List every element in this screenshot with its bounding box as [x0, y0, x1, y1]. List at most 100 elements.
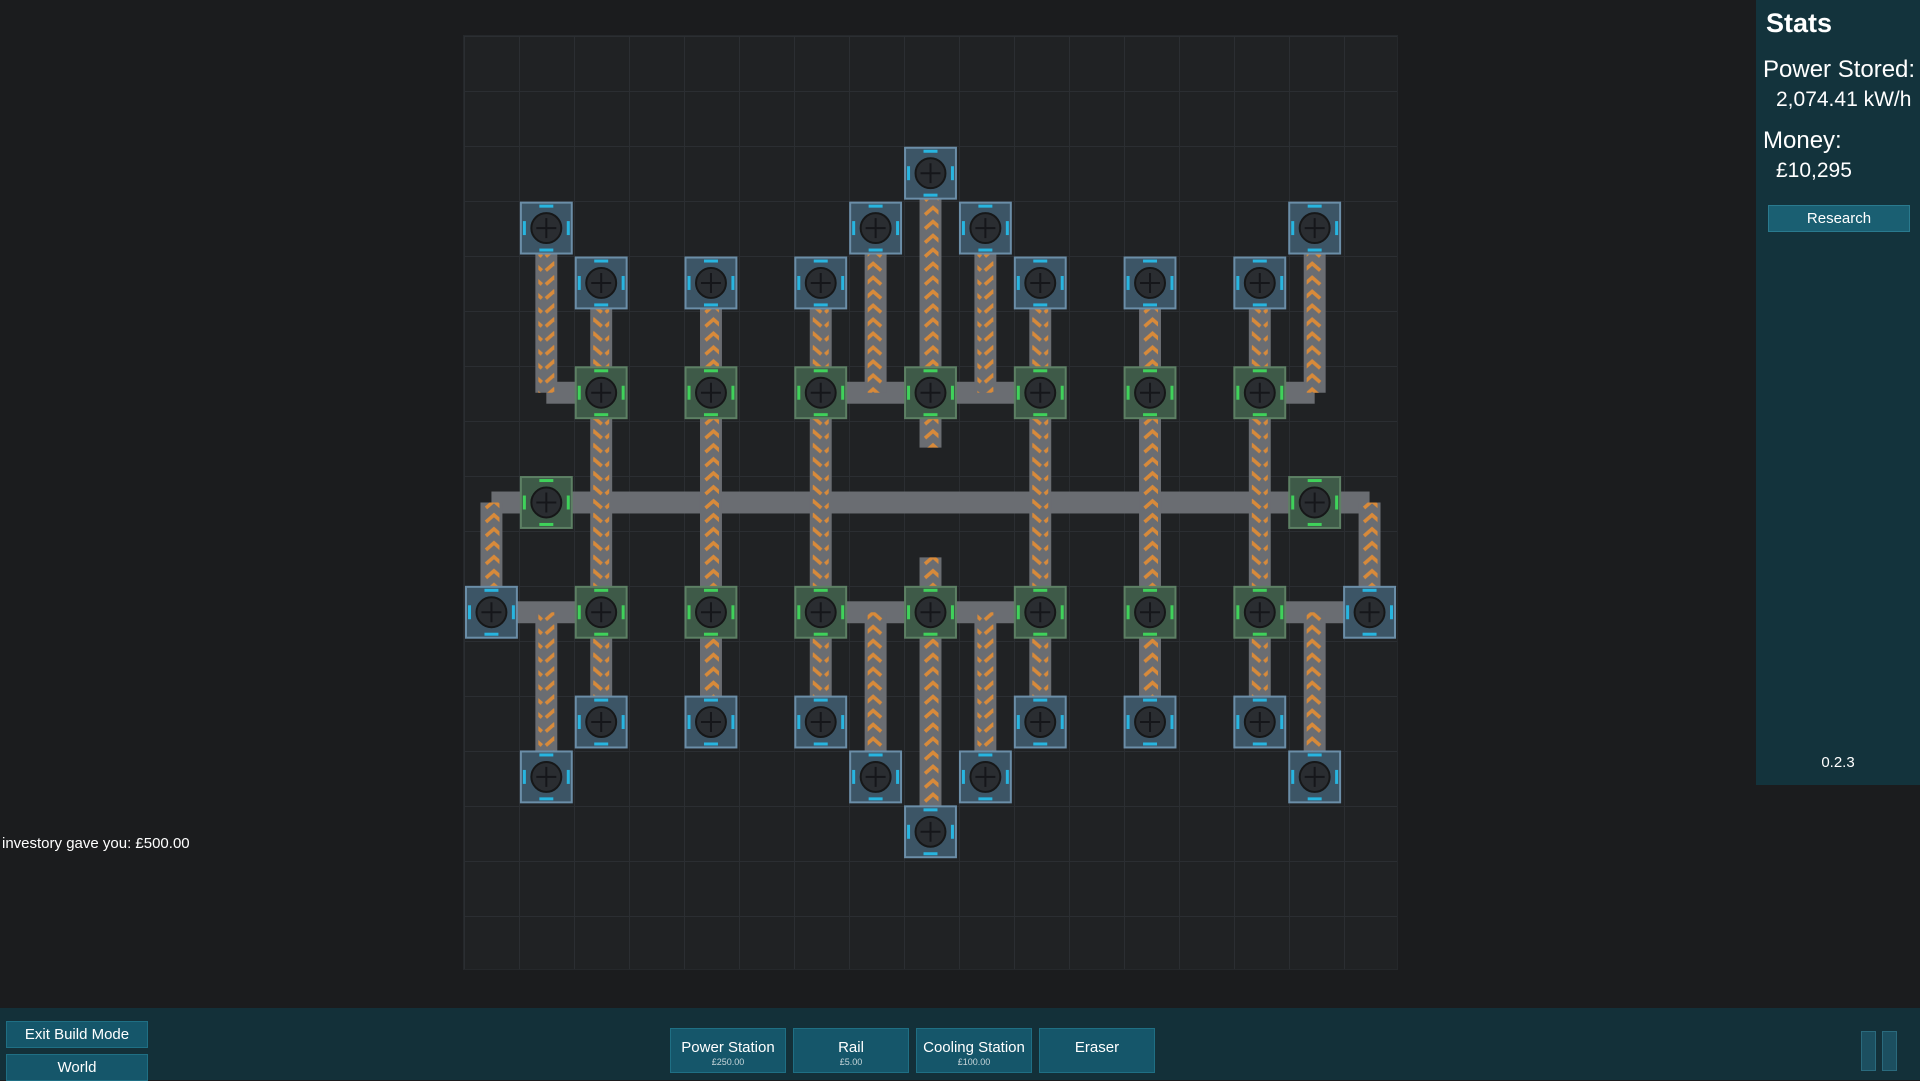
- indicator-light: [841, 605, 845, 620]
- cooling-station: [904, 585, 957, 639]
- indicator-light: [1143, 742, 1158, 746]
- indicator-light: [594, 369, 609, 373]
- indicator-light: [1060, 715, 1064, 730]
- indicator-light: [950, 385, 954, 400]
- indicator-light: [1335, 495, 1339, 510]
- indicator-light: [522, 495, 526, 510]
- indicator-light: [1033, 698, 1048, 702]
- tool-cost: £5.00: [839, 1057, 863, 1067]
- cooling-station: [1233, 585, 1287, 639]
- indicator-light: [852, 221, 856, 236]
- rail-stripes: [812, 282, 829, 723]
- indicator-light: [539, 248, 554, 252]
- indicator-light: [868, 797, 883, 801]
- pause-icon[interactable]: [1858, 1031, 1902, 1071]
- indicator-light: [566, 221, 570, 236]
- indicator-light: [1252, 259, 1267, 263]
- rail-segment: [491, 491, 1370, 514]
- indicator-light: [539, 204, 554, 208]
- cooling-station: [794, 366, 848, 420]
- power-station: [574, 256, 628, 310]
- power-station: [1233, 695, 1287, 749]
- indicator-light: [1291, 769, 1295, 784]
- indicator-light: [1016, 385, 1020, 400]
- tool-power-station-button[interactable]: Power Station £250.00: [670, 1028, 786, 1073]
- indicator-light: [539, 479, 554, 483]
- indicator-light: [731, 605, 735, 620]
- indicator-light: [978, 753, 993, 757]
- indicator-light: [923, 369, 938, 373]
- indicator-light: [896, 769, 900, 784]
- stats-panel: Stats Power Stored: 2,074.41 kW/h Money:…: [1756, 0, 1920, 785]
- indicator-light: [978, 204, 993, 208]
- indicator-light: [797, 385, 801, 400]
- board-canvas[interactable]: [464, 36, 1397, 969]
- stats-title: Stats: [1766, 8, 1833, 38]
- tool-cooling-station-button[interactable]: Cooling Station £100.00: [916, 1028, 1032, 1073]
- indicator-light: [687, 275, 691, 290]
- indicator-light: [907, 385, 911, 400]
- power-stored-value: 2,074.41 kW/h: [1776, 88, 1912, 111]
- research-button[interactable]: Research: [1768, 205, 1910, 232]
- indicator-light: [950, 166, 954, 181]
- indicator-light: [1307, 797, 1322, 801]
- indicator-light: [621, 605, 625, 620]
- indicator-light: [1033, 588, 1048, 592]
- indicator-light: [950, 824, 954, 839]
- indicator-light: [1252, 632, 1267, 636]
- indicator-light: [522, 221, 526, 236]
- indicator-light: [896, 221, 900, 236]
- world-button[interactable]: World: [6, 1054, 148, 1081]
- cooling-station: [519, 476, 573, 529]
- cooling-station: [1233, 366, 1287, 420]
- indicator-light: [467, 605, 471, 620]
- cooling-station: [684, 366, 738, 420]
- indicator-light: [907, 824, 911, 839]
- indicator-light: [1280, 385, 1284, 400]
- tool-name: Cooling Station: [923, 1039, 1025, 1056]
- indicator-light: [1016, 715, 1020, 730]
- indicator-light: [1252, 742, 1267, 746]
- indicator-light: [868, 248, 883, 252]
- indicator-light: [923, 588, 938, 592]
- power-station: [1288, 750, 1342, 804]
- indicator-light: [687, 715, 691, 730]
- indicator-light: [594, 303, 609, 307]
- tool-eraser-button[interactable]: Eraser: [1039, 1028, 1155, 1073]
- indicator-light: [1060, 605, 1064, 620]
- indicator-light: [1126, 715, 1130, 730]
- indicator-light: [797, 605, 801, 620]
- indicator-light: [484, 632, 499, 636]
- exit-build-mode-button[interactable]: Exit Build Mode: [6, 1021, 148, 1048]
- indicator-light: [703, 588, 718, 592]
- tool-rail-button[interactable]: Rail £5.00: [793, 1028, 909, 1073]
- event-log-message: investory gave you: £500.00: [2, 835, 190, 852]
- indicator-light: [1280, 715, 1284, 730]
- indicator-light: [1005, 769, 1009, 784]
- indicator-light: [703, 698, 718, 702]
- indicator-light: [813, 369, 828, 373]
- indicator-light: [566, 495, 570, 510]
- indicator-light: [1126, 275, 1130, 290]
- power-station: [904, 805, 957, 859]
- cooling-station: [1013, 585, 1067, 639]
- indicator-light: [1291, 495, 1295, 510]
- power-station: [1123, 695, 1177, 749]
- indicator-light: [539, 797, 554, 801]
- rail-stripes: [1032, 282, 1049, 723]
- money-label: Money:: [1763, 127, 1842, 154]
- indicator-light: [868, 753, 883, 757]
- indicator-light: [1033, 259, 1048, 263]
- power-station: [1233, 256, 1287, 310]
- indicator-light: [1307, 753, 1322, 757]
- rail-stripes: [593, 282, 610, 723]
- indicator-light: [1126, 605, 1130, 620]
- indicator-light: [687, 605, 691, 620]
- build-grid[interactable]: [463, 35, 1398, 970]
- indicator-light: [703, 413, 718, 417]
- cooling-station: [794, 585, 848, 639]
- indicator-light: [797, 715, 801, 730]
- indicator-light: [1033, 413, 1048, 417]
- indicator-light: [1335, 221, 1339, 236]
- indicator-light: [566, 769, 570, 784]
